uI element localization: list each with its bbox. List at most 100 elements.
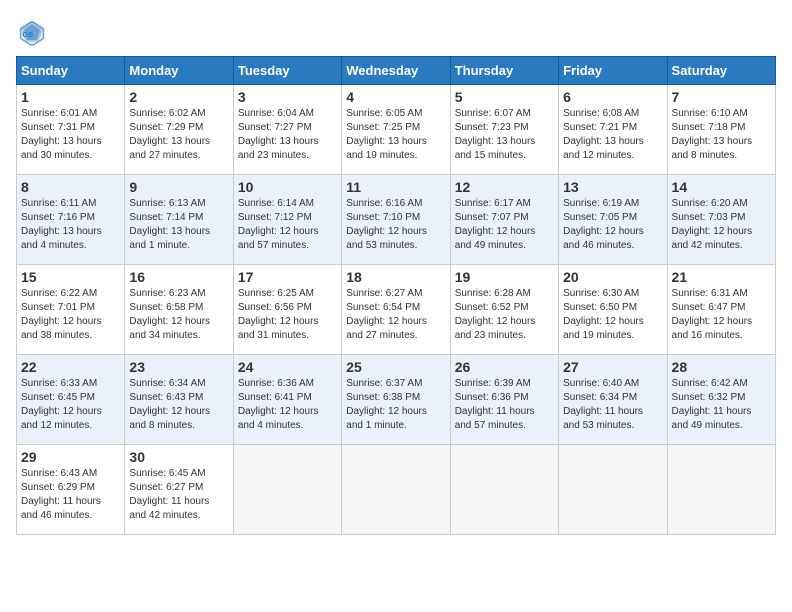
day-info: Sunrise: 6:19 AM Sunset: 7:05 PM Dayligh… (563, 197, 662, 253)
weekday-header: Sunday (17, 57, 125, 85)
day-info: Sunrise: 6:25 AM Sunset: 6:56 PM Dayligh… (238, 287, 337, 343)
calendar-header-row: SundayMondayTuesdayWednesdayThursdayFrid… (17, 57, 776, 85)
calendar-week-row: 1 Sunrise: 6:01 AM Sunset: 7:31 PM Daylig… (17, 85, 776, 175)
day-info: Sunrise: 6:30 AM Sunset: 6:50 PM Dayligh… (563, 287, 662, 343)
day-number: 2 (129, 89, 228, 105)
weekday-header: Saturday (667, 57, 775, 85)
calendar-cell: 16 Sunrise: 6:23 AM Sunset: 6:58 PM Dayli… (125, 265, 233, 355)
day-number: 18 (346, 269, 445, 285)
day-info: Sunrise: 6:07 AM Sunset: 7:23 PM Dayligh… (455, 107, 554, 163)
day-number: 12 (455, 179, 554, 195)
day-info: Sunrise: 6:22 AM Sunset: 7:01 PM Dayligh… (21, 287, 120, 343)
calendar-cell: 8Sunrise: 6:11 AM Sunset: 7:16 PM Daylig… (17, 175, 125, 265)
day-info: Sunrise: 6:20 AM Sunset: 7:03 PM Dayligh… (672, 197, 771, 253)
calendar-cell: 20 Sunrise: 6:30 AM Sunset: 6:50 PM Dayli… (559, 265, 667, 355)
calendar-cell: 28 Sunrise: 6:42 AM Sunset: 6:32 PM Dayli… (667, 355, 775, 445)
calendar-cell: 23Sunrise: 6:34 AM Sunset: 6:43 PM Dayli… (125, 355, 233, 445)
day-info: Sunrise: 6:45 AM Sunset: 6:27 PM Dayligh… (129, 467, 228, 523)
calendar-cell: 2 Sunrise: 6:02 AM Sunset: 7:29 PM Daylig… (125, 85, 233, 175)
day-info: Sunrise: 6:10 AM Sunset: 7:18 PM Dayligh… (672, 107, 771, 163)
day-number: 24 (238, 359, 337, 375)
calendar-cell: 17 Sunrise: 6:25 AM Sunset: 6:56 PM Dayli… (233, 265, 341, 355)
day-info: Sunrise: 6:02 AM Sunset: 7:29 PM Dayligh… (129, 107, 228, 163)
calendar-cell: 30 Sunrise: 6:45 AM Sunset: 6:27 PM Dayli… (125, 445, 233, 535)
day-info: Sunrise: 6:34 AM Sunset: 6:43 PM Dayligh… (129, 377, 228, 433)
calendar-cell (233, 445, 341, 535)
day-info: Sunrise: 6:08 AM Sunset: 7:21 PM Dayligh… (563, 107, 662, 163)
day-info: Sunrise: 6:37 AM Sunset: 6:38 PM Dayligh… (346, 377, 445, 433)
calendar-week-row: 8Sunrise: 6:11 AM Sunset: 7:16 PM Daylig… (17, 175, 776, 265)
day-number: 30 (129, 449, 228, 465)
day-info: Sunrise: 6:28 AM Sunset: 6:52 PM Dayligh… (455, 287, 554, 343)
day-number: 19 (455, 269, 554, 285)
logo: GB (16, 16, 52, 48)
calendar-cell: 22 Sunrise: 6:33 AM Sunset: 6:45 PM Dayli… (17, 355, 125, 445)
day-number: 3 (238, 89, 337, 105)
day-number: 27 (563, 359, 662, 375)
calendar-cell (559, 445, 667, 535)
calendar-cell: 21Sunrise: 6:31 AM Sunset: 6:47 PM Dayli… (667, 265, 775, 355)
calendar-cell: 11Sunrise: 6:16 AM Sunset: 7:10 PM Dayli… (342, 175, 450, 265)
calendar-cell: 6Sunrise: 6:08 AM Sunset: 7:21 PM Daylig… (559, 85, 667, 175)
calendar-cell: 18 Sunrise: 6:27 AM Sunset: 6:54 PM Dayli… (342, 265, 450, 355)
day-number: 26 (455, 359, 554, 375)
day-info: Sunrise: 6:43 AM Sunset: 6:29 PM Dayligh… (21, 467, 120, 523)
day-number: 10 (238, 179, 337, 195)
day-info: Sunrise: 6:40 AM Sunset: 6:34 PM Dayligh… (563, 377, 662, 433)
calendar-cell: 26 Sunrise: 6:39 AM Sunset: 6:36 PM Dayli… (450, 355, 558, 445)
day-info: Sunrise: 6:16 AM Sunset: 7:10 PM Dayligh… (346, 197, 445, 253)
day-info: Sunrise: 6:14 AM Sunset: 7:12 PM Dayligh… (238, 197, 337, 253)
svg-text:GB: GB (22, 30, 33, 39)
header: GB (16, 16, 776, 48)
day-number: 15 (21, 269, 120, 285)
day-number: 8 (21, 179, 120, 195)
day-number: 5 (455, 89, 554, 105)
day-info: Sunrise: 6:33 AM Sunset: 6:45 PM Dayligh… (21, 377, 120, 433)
calendar: SundayMondayTuesdayWednesdayThursdayFrid… (16, 56, 776, 535)
weekday-header: Monday (125, 57, 233, 85)
day-info: Sunrise: 6:39 AM Sunset: 6:36 PM Dayligh… (455, 377, 554, 433)
weekday-header: Tuesday (233, 57, 341, 85)
day-number: 17 (238, 269, 337, 285)
calendar-cell (667, 445, 775, 535)
weekday-header: Wednesday (342, 57, 450, 85)
day-info: Sunrise: 6:23 AM Sunset: 6:58 PM Dayligh… (129, 287, 228, 343)
day-number: 28 (672, 359, 771, 375)
calendar-cell: 29 Sunrise: 6:43 AM Sunset: 6:29 PM Dayli… (17, 445, 125, 535)
logo-icon: GB (16, 16, 48, 48)
calendar-cell: 27 Sunrise: 6:40 AM Sunset: 6:34 PM Dayli… (559, 355, 667, 445)
day-number: 4 (346, 89, 445, 105)
weekday-header: Thursday (450, 57, 558, 85)
day-number: 9 (129, 179, 228, 195)
calendar-cell: 25 Sunrise: 6:37 AM Sunset: 6:38 PM Dayli… (342, 355, 450, 445)
calendar-cell: 13Sunrise: 6:19 AM Sunset: 7:05 PM Dayli… (559, 175, 667, 265)
calendar-week-row: 15 Sunrise: 6:22 AM Sunset: 7:01 PM Dayli… (17, 265, 776, 355)
day-number: 25 (346, 359, 445, 375)
day-number: 14 (672, 179, 771, 195)
calendar-cell: 14 Sunrise: 6:20 AM Sunset: 7:03 PM Dayli… (667, 175, 775, 265)
calendar-cell: 1 Sunrise: 6:01 AM Sunset: 7:31 PM Daylig… (17, 85, 125, 175)
day-info: Sunrise: 6:31 AM Sunset: 6:47 PM Dayligh… (672, 287, 771, 343)
calendar-cell: 5 Sunrise: 6:07 AM Sunset: 7:23 PM Daylig… (450, 85, 558, 175)
calendar-week-row: 29 Sunrise: 6:43 AM Sunset: 6:29 PM Dayli… (17, 445, 776, 535)
weekday-header: Friday (559, 57, 667, 85)
calendar-cell: 9 Sunrise: 6:13 AM Sunset: 7:14 PM Daylig… (125, 175, 233, 265)
day-number: 22 (21, 359, 120, 375)
day-info: Sunrise: 6:42 AM Sunset: 6:32 PM Dayligh… (672, 377, 771, 433)
calendar-cell: 19 Sunrise: 6:28 AM Sunset: 6:52 PM Dayli… (450, 265, 558, 355)
day-info: Sunrise: 6:27 AM Sunset: 6:54 PM Dayligh… (346, 287, 445, 343)
day-number: 7 (672, 89, 771, 105)
calendar-cell (342, 445, 450, 535)
day-number: 20 (563, 269, 662, 285)
day-number: 29 (21, 449, 120, 465)
calendar-cell: 12Sunrise: 6:17 AM Sunset: 7:07 PM Dayli… (450, 175, 558, 265)
calendar-cell: 24 Sunrise: 6:36 AM Sunset: 6:41 PM Dayli… (233, 355, 341, 445)
day-info: Sunrise: 6:13 AM Sunset: 7:14 PM Dayligh… (129, 197, 228, 253)
calendar-cell: 7 Sunrise: 6:10 AM Sunset: 7:18 PM Daylig… (667, 85, 775, 175)
calendar-cell: 4Sunrise: 6:05 AM Sunset: 7:25 PM Daylig… (342, 85, 450, 175)
day-info: Sunrise: 6:01 AM Sunset: 7:31 PM Dayligh… (21, 107, 120, 163)
day-number: 16 (129, 269, 228, 285)
day-info: Sunrise: 6:04 AM Sunset: 7:27 PM Dayligh… (238, 107, 337, 163)
day-info: Sunrise: 6:36 AM Sunset: 6:41 PM Dayligh… (238, 377, 337, 433)
day-number: 1 (21, 89, 120, 105)
